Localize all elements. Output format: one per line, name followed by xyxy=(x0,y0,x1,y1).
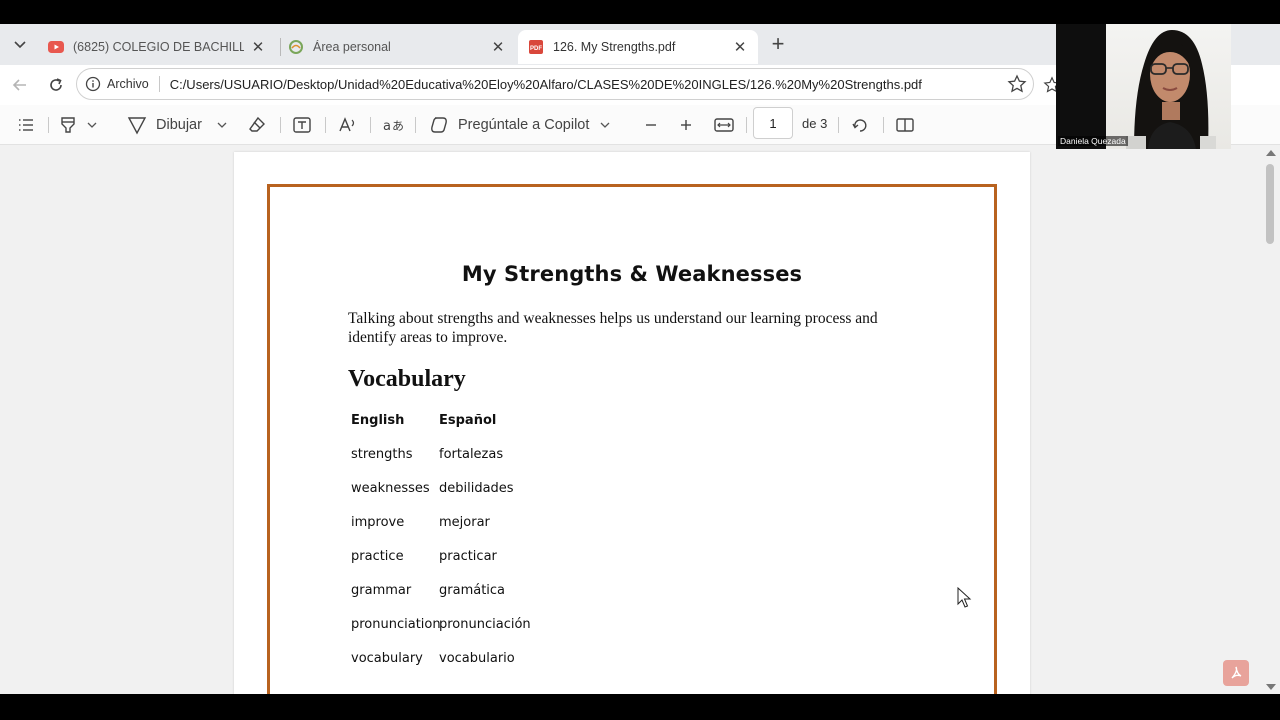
draw-button[interactable]: Dibujar xyxy=(126,113,228,137)
toolbar-divider xyxy=(838,117,839,133)
vocab-spanish: gramática xyxy=(439,583,506,598)
screen: (6825) COLEGIO DE BACHILLERATO ✕ Área pe… xyxy=(0,0,1280,720)
vocab-spanish: vocabulario xyxy=(439,651,515,666)
svg-text:PDF: PDF xyxy=(530,46,542,52)
highlighter-icon xyxy=(61,117,75,133)
toolbar-divider xyxy=(883,117,884,133)
scroll-thumb[interactable] xyxy=(1266,164,1274,244)
toolbar-divider xyxy=(370,117,371,133)
contents-list-icon[interactable] xyxy=(16,113,36,137)
vocabulary-table: English Español strengths fortalezas weak… xyxy=(351,413,531,685)
tab-title: Área personal xyxy=(313,40,391,54)
new-tab-plus-icon[interactable]: + xyxy=(766,33,790,57)
vocab-spanish: pronunciación xyxy=(439,617,531,632)
vocab-english: vocabulary xyxy=(351,651,423,666)
close-icon[interactable]: ✕ xyxy=(250,38,266,56)
page-view-icon[interactable] xyxy=(895,113,915,137)
draw-label: Dibujar xyxy=(156,117,202,133)
vocab-english: strengths xyxy=(351,447,413,462)
tab-list-chevron-icon[interactable] xyxy=(8,32,32,56)
highlight-button[interactable] xyxy=(58,113,98,137)
vocab-english: improve xyxy=(351,515,405,530)
vocab-english: grammar xyxy=(351,583,412,598)
chevron-down-icon[interactable] xyxy=(599,119,611,131)
vocab-spanish: debilidades xyxy=(439,481,514,496)
mouse-pointer-icon xyxy=(957,586,973,614)
vertical-scrollbar[interactable] xyxy=(1262,146,1280,694)
svg-text:a: a xyxy=(383,119,391,134)
toolbar-divider xyxy=(280,117,281,133)
chevron-down-icon[interactable] xyxy=(216,119,228,131)
header-english: English xyxy=(351,413,405,428)
document-title: My Strengths & Weaknesses xyxy=(461,262,803,286)
close-icon[interactable]: ✕ xyxy=(490,38,506,56)
vocab-english: weaknesses xyxy=(351,481,430,496)
tab-area-personal[interactable]: Área personal ✕ xyxy=(278,30,516,64)
vocab-row: strengths fortalezas xyxy=(351,447,531,481)
fit-width-icon[interactable] xyxy=(713,113,735,137)
toolbar-divider xyxy=(746,117,747,133)
reload-icon[interactable] xyxy=(44,73,68,97)
section-heading: Vocabulary xyxy=(348,366,466,392)
copilot-icon xyxy=(431,117,447,133)
tab-title: 126. My Strengths.pdf xyxy=(553,40,676,54)
participant-name-label: Daniela Quezada xyxy=(1058,136,1128,146)
pdf-viewer[interactable]: My Strengths & Weaknesses Talking about … xyxy=(0,146,1262,694)
eraser-icon[interactable] xyxy=(247,113,267,137)
vocab-row: grammar gramática xyxy=(351,583,531,617)
close-icon[interactable]: ✕ xyxy=(732,38,748,56)
vocab-header-row: English Español xyxy=(351,413,531,447)
vocab-english: pronunciation xyxy=(351,617,441,632)
vocab-row: pronunciation pronunciación xyxy=(351,617,531,651)
webcam-video-tile: Daniela Quezada xyxy=(1056,24,1231,149)
vocab-spanish: practicar xyxy=(439,549,497,564)
toolbar-divider xyxy=(325,117,326,133)
tab-title: (6825) COLEGIO DE BACHILLERATO xyxy=(73,40,244,54)
page-number-input[interactable]: 1 xyxy=(753,107,793,139)
translate-icon[interactable]: aあ xyxy=(382,113,404,137)
copilot-button[interactable]: Pregúntale a Copilot xyxy=(428,113,611,137)
pdf-page: My Strengths & Weaknesses Talking about … xyxy=(234,152,1030,694)
copilot-label: Pregúntale a Copilot xyxy=(458,117,590,133)
vocab-row: practice practicar xyxy=(351,549,531,583)
tab-youtube[interactable]: (6825) COLEGIO DE BACHILLERATO ✕ xyxy=(38,30,276,64)
address-bar[interactable]: Archivo C:/Users/USUARIO/Desktop/Unidad%… xyxy=(76,68,1034,100)
page-total-label: de 3 xyxy=(802,116,828,131)
vocab-row: weaknesses debilidades xyxy=(351,481,531,515)
rotate-icon[interactable] xyxy=(850,113,870,137)
address-divider xyxy=(158,76,160,92)
toolbar-divider xyxy=(48,117,49,133)
participant-video xyxy=(1126,30,1216,149)
chevron-down-icon[interactable] xyxy=(86,119,98,131)
header-spanish: Español xyxy=(439,413,497,428)
zoom-in-plus-icon[interactable] xyxy=(677,113,695,137)
file-scheme-label: Archivo xyxy=(107,77,149,91)
text-box-icon[interactable] xyxy=(292,113,312,137)
url-text[interactable]: C:/Users/USUARIO/Desktop/Unidad%20Educat… xyxy=(170,77,1007,92)
tab-pdf[interactable]: PDF 126. My Strengths.pdf ✕ xyxy=(518,30,758,64)
scroll-down-arrow-icon[interactable] xyxy=(1266,684,1276,690)
zoom-out-minus-icon[interactable] xyxy=(642,113,660,137)
favorite-star-icon[interactable] xyxy=(1007,74,1027,94)
toolbar-divider xyxy=(415,117,416,133)
pen-icon xyxy=(127,117,147,135)
vocab-spanish: fortalezas xyxy=(439,447,504,462)
svg-text:あ: あ xyxy=(392,119,404,133)
info-icon[interactable] xyxy=(85,76,101,92)
intro-paragraph: Talking about strengths and weaknesses h… xyxy=(348,310,878,346)
youtube-icon xyxy=(48,41,64,53)
pdf-file-icon: PDF xyxy=(529,40,543,54)
moodle-icon xyxy=(289,40,303,54)
vocab-row: improve mejorar xyxy=(351,515,531,549)
vocab-row: vocabulary vocabulario xyxy=(351,651,531,685)
vocab-english: practice xyxy=(351,549,404,564)
read-aloud-icon[interactable] xyxy=(337,113,359,137)
adobe-acrobat-icon[interactable] xyxy=(1223,660,1249,686)
back-arrow-icon[interactable] xyxy=(8,73,32,97)
scroll-up-arrow-icon[interactable] xyxy=(1266,150,1276,156)
webcam-background xyxy=(1056,24,1106,149)
vocab-spanish: mejorar xyxy=(439,515,490,530)
